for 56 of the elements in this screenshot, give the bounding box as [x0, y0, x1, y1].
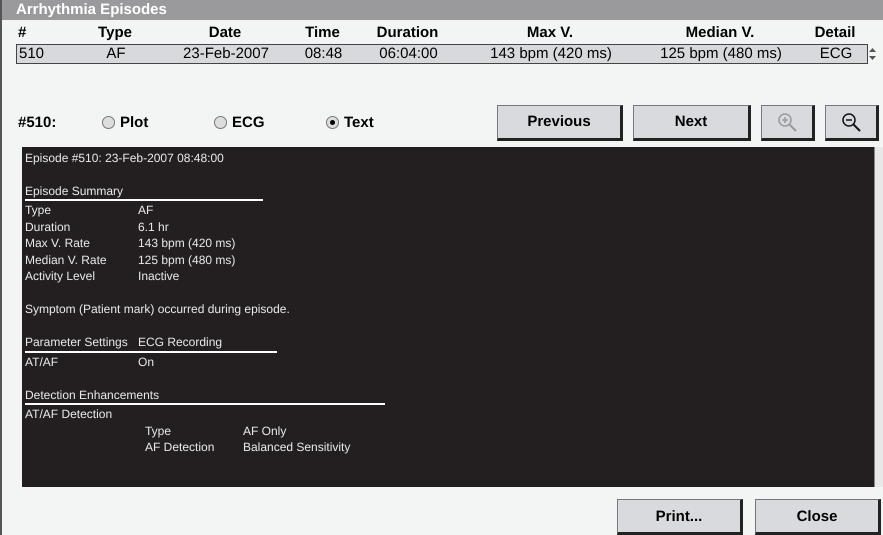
view-radio[interactable]: Text: [326, 114, 438, 132]
column-header: Max V.: [526, 24, 574, 42]
table-cell-text: 510: [19, 45, 46, 62]
field-label: Median V. Rate: [25, 252, 108, 268]
report-text: Symptom (Patient mark) occurred during episode.: [25, 301, 291, 318]
radio-dot[interactable]: [102, 116, 115, 130]
zoom-in-icon: [776, 110, 798, 133]
table-cell-text: ECG: [818, 45, 854, 62]
field-value: On: [138, 354, 154, 370]
zoom-out-button[interactable]: [825, 104, 879, 141]
report-text: Episode #510: 23-Feb-2007 08:48:00: [25, 150, 225, 166]
field-label: Type: [145, 422, 172, 440]
field-value: Inactive: [138, 268, 180, 285]
section-heading: Detection Enhancements: [25, 386, 160, 404]
field-label: AF Detection: [145, 439, 216, 456]
column-header: Date: [208, 24, 242, 42]
column-header: Type: [97, 24, 133, 42]
field-label: Duration: [25, 218, 72, 236]
view-radio[interactable]: Plot: [102, 114, 214, 132]
radio-dot[interactable]: [214, 116, 227, 130]
close-button[interactable]: Close: [755, 499, 881, 535]
column-header: Detail: [814, 24, 856, 42]
radio-dot[interactable]: [326, 116, 339, 130]
table-cell-text: 06:04:00: [378, 45, 439, 62]
column-header: Time: [304, 24, 341, 42]
episode-label: #510:: [18, 114, 58, 132]
scrollbar[interactable]: [874, 146, 883, 487]
section-heading: ECG Recording: [138, 334, 224, 351]
column-header: #: [18, 24, 28, 42]
print-button[interactable]: Print...: [617, 499, 743, 535]
field-value: 125 bpm (480 ms): [138, 252, 236, 268]
field-label: Type: [25, 202, 52, 219]
field-value: 6.1 hr: [138, 218, 169, 236]
field-value: 143 bpm (420 ms): [138, 235, 236, 252]
window-title: Arrhythmia Episodes: [2, 0, 883, 20]
column-header: Duration: [376, 24, 440, 42]
field-value: AF: [138, 202, 154, 219]
field-value: AF Only: [243, 422, 286, 440]
field-label: AT/AF: [25, 354, 60, 370]
table-cell-text: 23-Feb-2007: [182, 45, 270, 62]
section-heading: Episode Summary: [25, 182, 124, 200]
section-heading: Parameter Settings: [25, 334, 129, 351]
column-header: Median V.: [684, 24, 756, 42]
field-value: Balanced Sensitivity: [243, 439, 350, 456]
table-cell-text: AF: [105, 45, 127, 62]
table-cell-text: 125 bpm (480 ms): [659, 45, 783, 62]
table-row[interactable]: 510 AF 23-Feb-2007 08:48 06:04:00 143 bpm (420 ms) 125 bpm (480 ms) ECG: [16, 44, 868, 64]
zoom-out-icon: [840, 110, 862, 133]
field-label: Max V. Rate: [25, 235, 91, 252]
previous-button[interactable]: Previous: [497, 104, 623, 141]
report-text: AT/AF Detection: [25, 406, 114, 423]
view-radio[interactable]: ECG: [214, 114, 326, 132]
field-label: Activity Level: [25, 268, 96, 285]
table-cell-text: 08:48: [304, 45, 344, 62]
table-cell-text: 143 bpm (420 ms): [489, 45, 613, 62]
next-button[interactable]: Next: [633, 104, 751, 141]
